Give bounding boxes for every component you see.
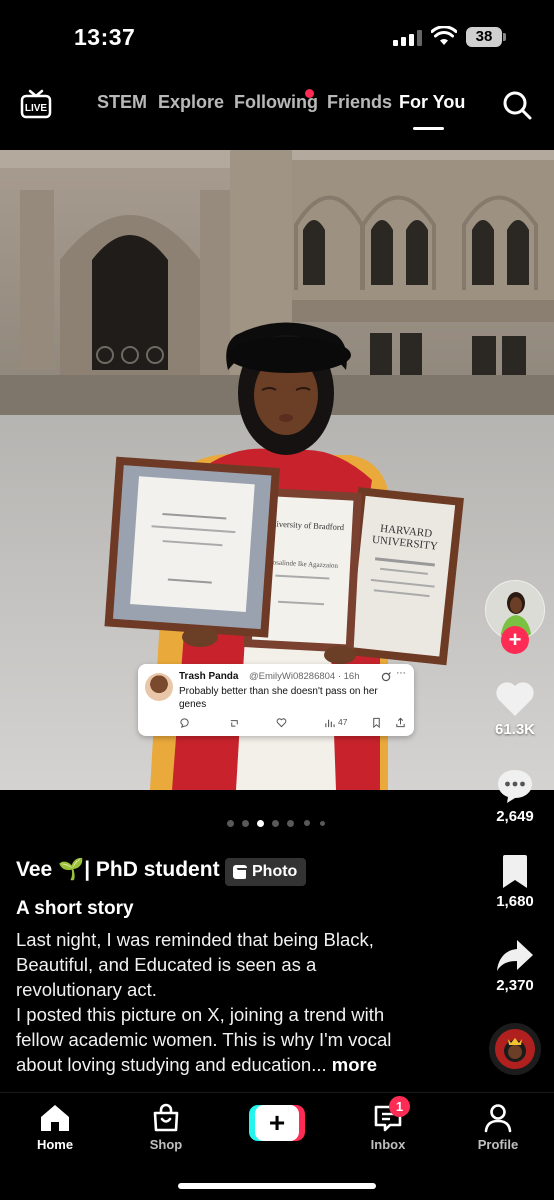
music-disc-icon[interactable] — [489, 1023, 541, 1075]
post-photo[interactable]: HARVARD UNIVERSITY University of Bradfor… — [0, 150, 554, 790]
tweet-views-icon — [325, 719, 335, 727]
tweet-handle: @EmilyWi08286804 · 16h — [249, 671, 360, 682]
comment-icon — [498, 770, 532, 803]
home-indicator[interactable] — [178, 1183, 376, 1189]
nav-inbox[interactable]: Inbox 1 — [348, 1096, 428, 1152]
tab-stem[interactable]: STEM — [97, 92, 147, 113]
tweet-views-count: 47 — [338, 717, 348, 727]
search-icon[interactable] — [502, 90, 532, 120]
comment-button[interactable]: 2,649 — [482, 767, 548, 825]
tweet-more-icon: ··· — [396, 667, 406, 679]
inbox-badge: 1 — [389, 1096, 410, 1117]
share-count: 2,370 — [496, 977, 534, 994]
carousel-dot — [287, 820, 294, 827]
grok-icon — [381, 672, 391, 682]
nav-inbox-label: Inbox — [370, 1137, 406, 1152]
live-icon[interactable]: LIVE — [20, 88, 52, 120]
live-label: LIVE — [25, 103, 48, 114]
profile-icon — [484, 1104, 512, 1133]
description-line: I posted this picture on X, joining a tr… — [16, 1004, 385, 1025]
nav-shop-label: Shop — [149, 1137, 183, 1152]
carousel-dot — [304, 820, 310, 826]
tweet-name: Trash Panda — [179, 671, 239, 682]
description-line: about loving studying and education... — [16, 1054, 327, 1075]
carousel-dot — [242, 820, 249, 827]
home-icon — [41, 1105, 69, 1131]
carousel-dot-active — [257, 820, 264, 827]
tweet-bookmark-icon — [371, 716, 382, 728]
following-notification-dot — [305, 89, 314, 98]
tab-friends[interactable]: Friends — [327, 92, 392, 113]
bookmark-count: 1,680 — [496, 893, 534, 910]
nav-home-label: Home — [36, 1137, 74, 1152]
share-button[interactable]: 2,370 — [482, 938, 548, 994]
tweet-text: Probably better than she doesn't pass on… — [179, 686, 378, 710]
battery-level: 38 — [466, 27, 502, 47]
bookmark-button[interactable]: 1,680 — [482, 854, 548, 910]
more-link[interactable]: more — [332, 1054, 377, 1075]
status-time: 13:37 — [74, 24, 136, 50]
wifi-icon — [431, 26, 457, 45]
carousel-dot — [320, 821, 325, 826]
description-line: Beautiful, and Educated is seen as a — [16, 954, 317, 975]
tweet-card: Trash Panda @EmilyWi08286804 · 16h ··· P… — [138, 664, 414, 736]
carousel-dot — [227, 820, 234, 827]
post-title: A short story — [16, 898, 134, 919]
status-bar: 13:37 38 — [0, 0, 554, 70]
cellular-signal-icon — [393, 30, 423, 46]
carousel-indicator — [227, 820, 327, 830]
tweet-avatar — [145, 673, 173, 701]
nav-shop[interactable]: Shop — [126, 1103, 206, 1152]
photo-badge: Photo — [225, 858, 307, 886]
description-line: Last night, I was reminded that being Bl… — [16, 929, 374, 950]
tab-explore[interactable]: Explore — [158, 92, 224, 113]
battery-icon: 38 — [466, 27, 506, 47]
comment-count: 2,649 — [496, 808, 534, 825]
create-button[interactable]: + — [249, 1105, 305, 1141]
tweet-retweet-icon — [229, 716, 240, 728]
like-button[interactable]: 61.3K — [482, 680, 548, 738]
tweet-views: 47 — [324, 716, 347, 728]
active-tab-indicator — [413, 127, 444, 130]
share-icon — [497, 940, 533, 971]
photo-icon — [233, 865, 248, 880]
post-description[interactable]: Last night, I was reminded that being Bl… — [16, 927, 476, 1077]
heart-icon — [496, 682, 534, 716]
nav-home[interactable]: Home — [15, 1103, 95, 1152]
tab-for-you[interactable]: For You — [399, 92, 465, 113]
description-line: revolutionary act. — [16, 979, 157, 1000]
follow-button[interactable]: + — [501, 626, 529, 654]
nav-profile[interactable]: Profile — [458, 1103, 538, 1152]
shop-icon — [153, 1103, 179, 1132]
tweet-actions: 47 — [179, 716, 407, 730]
photo-badge-label: Photo — [252, 863, 298, 880]
tweet-share-icon — [395, 716, 406, 728]
tweet-reply-icon — [179, 716, 190, 728]
top-navigation: LIVE STEM Explore Following Friends For … — [0, 78, 554, 134]
carousel-dot — [272, 820, 279, 827]
description-line: fellow academic women. This is why I'm v… — [16, 1029, 392, 1050]
like-count: 61.3K — [494, 721, 536, 738]
author-name[interactable]: Vee 🌱| PhD student — [16, 858, 220, 882]
nav-profile-label: Profile — [477, 1137, 519, 1152]
bookmark-icon — [503, 855, 527, 888]
tweet-like-icon — [276, 716, 287, 728]
create-plus-icon: + — [255, 1105, 299, 1141]
